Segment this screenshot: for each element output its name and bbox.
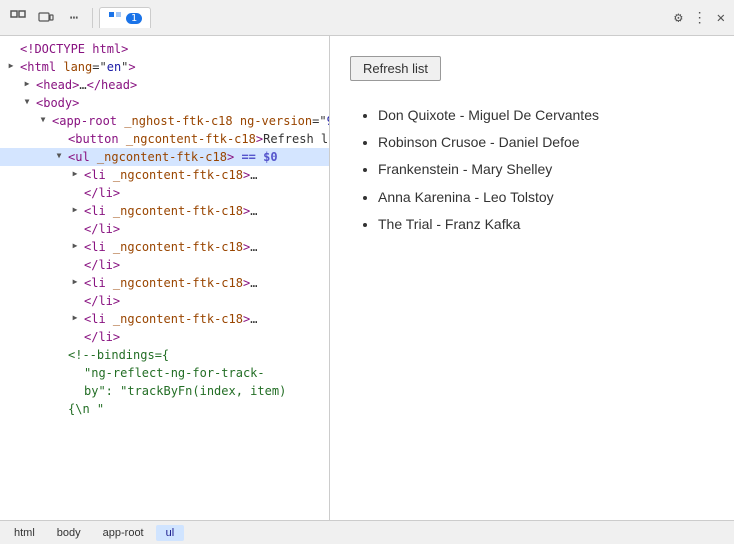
code-line-html[interactable]: <html lang="en"> (0, 58, 329, 76)
li5-toggle[interactable] (68, 311, 82, 325)
breadcrumb-html[interactable]: html (4, 525, 45, 541)
elements-tab[interactable]: 1 (99, 7, 151, 28)
head-tag-text: <head>…</head> (36, 77, 137, 93)
ul-tag-text: <ul _ngcontent-ftk-c18> == $0 (68, 149, 278, 165)
book-list: Don Quixote - Miguel De Cervantes Robins… (350, 103, 714, 237)
li2-tag-text: <li _ngcontent-ftk-c18>… (84, 203, 257, 219)
code-line-comment-close[interactable]: {\n " (0, 400, 329, 418)
comment-open-text: <!--bindings={ (68, 347, 169, 363)
doctype-tag: <!DOCTYPE html> (20, 41, 128, 57)
code-line-doctype[interactable]: <!DOCTYPE html> (0, 40, 329, 58)
li3-toggle[interactable] (68, 239, 82, 253)
code-line-comment-line1[interactable]: "ng-reflect-ng-for-track- (0, 364, 329, 382)
html-toggle[interactable] (4, 59, 18, 73)
close-devtools-icon[interactable]: ✕ (714, 7, 728, 29)
code-line-approot[interactable]: <app-root _nghost-ftk-c18 ng-version="9.… (0, 112, 329, 130)
code-line-li4-close[interactable]: </li> (0, 292, 329, 310)
code-line-ul[interactable]: <ul _ngcontent-ftk-c18> == $0 (0, 148, 329, 166)
body-toggle[interactable] (20, 95, 34, 109)
breadcrumb-approot[interactable]: app-root (93, 525, 154, 541)
li1-close-text: </li> (84, 185, 120, 201)
head-toggle[interactable] (20, 77, 34, 91)
comment-close-text: {\n " (68, 401, 104, 417)
devtools-panel: <!DOCTYPE html> <html lang="en"> <head>…… (0, 36, 330, 520)
more-options-icon[interactable]: ⋮ (690, 7, 710, 29)
li4-toggle[interactable] (68, 275, 82, 289)
separator (92, 8, 93, 28)
li2-toggle[interactable] (68, 203, 82, 217)
code-line-li1[interactable]: <li _ngcontent-ftk-c18>… (0, 166, 329, 184)
code-line-li4[interactable]: <li _ngcontent-ftk-c18>… (0, 274, 329, 292)
tab-badge: 1 (126, 13, 142, 24)
li4-tag-text: <li _ngcontent-ftk-c18>… (84, 275, 257, 291)
refresh-list-button[interactable]: Refresh list (350, 56, 441, 81)
device-toggle-icon[interactable] (34, 6, 58, 30)
html-tag-text: <html lang="en"> (20, 59, 136, 75)
code-line-comment-open[interactable]: <!--bindings={ (0, 346, 329, 364)
preview-panel: Refresh list Don Quixote - Miguel De Cer… (330, 36, 734, 520)
more-panels-icon[interactable]: ⋯ (62, 6, 86, 30)
li1-tag-text: <li _ngcontent-ftk-c18>… (84, 167, 257, 183)
code-line-comment-line2[interactable]: by": "trackByFn(index, item) (0, 382, 329, 400)
breadcrumb-body[interactable]: body (47, 525, 91, 541)
comment-line2-text: by": "trackByFn(index, item) (84, 383, 286, 399)
li5-tag-text: <li _ngcontent-ftk-c18>… (84, 311, 257, 327)
breadcrumb-ul[interactable]: ul (156, 525, 185, 541)
code-line-li5-close[interactable]: </li> (0, 328, 329, 346)
approot-toggle[interactable] (36, 113, 50, 127)
li3-tag-text: <li _ngcontent-ftk-c18>… (84, 239, 257, 255)
body-tag-text: <body> (36, 95, 79, 111)
code-line-li3[interactable]: <li _ngcontent-ftk-c18>… (0, 238, 329, 256)
book-item-5: The Trial - Franz Kafka (378, 212, 714, 237)
comment-line1-text: "ng-reflect-ng-for-track- (84, 365, 265, 381)
inspect-element-icon[interactable] (6, 6, 30, 30)
book-item-4: Anna Karenina - Leo Tolstoy (378, 185, 714, 210)
li4-close-text: </li> (84, 293, 120, 309)
code-line-li2[interactable]: <li _ngcontent-ftk-c18>… (0, 202, 329, 220)
ul-toggle[interactable] (52, 149, 66, 163)
settings-icon[interactable]: ⚙ (671, 7, 685, 29)
code-line-body[interactable]: <body> (0, 94, 329, 112)
li5-close-text: </li> (84, 329, 120, 345)
book-item-1: Don Quixote - Miguel De Cervantes (378, 103, 714, 128)
approot-tag-text: <app-root _nghost-ftk-c18 ng-version="9.… (52, 113, 329, 129)
code-line-li5[interactable]: <li _ngcontent-ftk-c18>… (0, 310, 329, 328)
book-item-3: Frankenstein - Mary Shelley (378, 157, 714, 182)
breadcrumb-tabs: html body app-root ul (0, 520, 734, 544)
book-item-2: Robinson Crusoe - Daniel Defoe (378, 130, 714, 155)
devtools-topbar: ⋯ 1 ⚙ ⋮ ✕ (0, 0, 734, 36)
code-line-button[interactable]: <button _ngcontent-ftk-c18>Refresh list<… (0, 130, 329, 148)
main-area: <!DOCTYPE html> <html lang="en"> <head>…… (0, 36, 734, 520)
code-line-li2-close[interactable]: </li> (0, 220, 329, 238)
button-tag-text: <button _ngcontent-ftk-c18>Refresh list<… (68, 131, 329, 147)
li2-close-text: </li> (84, 221, 120, 237)
code-line-li3-close[interactable]: </li> (0, 256, 329, 274)
devtools-content[interactable]: <!DOCTYPE html> <html lang="en"> <head>…… (0, 36, 329, 520)
code-line-head[interactable]: <head>…</head> (0, 76, 329, 94)
code-line-li1-close[interactable]: </li> (0, 184, 329, 202)
li1-toggle[interactable] (68, 167, 82, 181)
li3-close-text: </li> (84, 257, 120, 273)
